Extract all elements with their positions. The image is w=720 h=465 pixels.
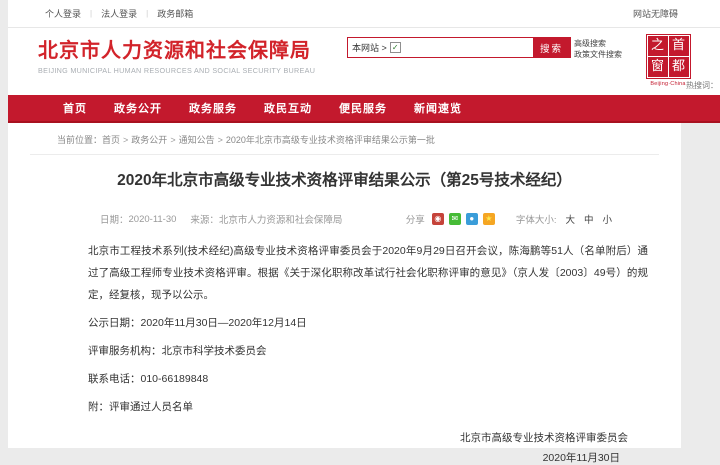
article: 2020年北京市高级专业技术资格评审结果公示（第25号技术经纪） 日期： 202… xyxy=(30,154,659,465)
seal-char: 窗 xyxy=(647,57,668,77)
search-scope[interactable]: 本网站 > ✓ xyxy=(348,38,405,57)
nav-item-gov-services[interactable]: 政务服务 xyxy=(189,100,237,116)
breadcrumb-separator: > xyxy=(123,135,129,145)
content-panel: 当前位置：首页 > 政务公开 > 通知公告 >2020年北京市高级专业技术资格评审结果公示… xyxy=(8,123,681,464)
font-size-medium-button[interactable]: 中 xyxy=(584,212,594,226)
seal-caption: Beijing·China xyxy=(650,81,686,87)
gov-mailbox-link[interactable]: 政务邮箱 xyxy=(157,7,193,20)
article-meta-bar: 日期： 2020-11-30 来源： 北京市人力资源和社会保障局 分享 ◉ ✉ … xyxy=(100,212,612,226)
main-nav: 首页 政务公开 政务服务 政民互动 便民服务 新闻速览 xyxy=(8,95,720,123)
site-name: 北京市人力资源和社会保障局 xyxy=(38,40,311,62)
nav-item-gov-disclosure[interactable]: 政务公开 xyxy=(114,100,162,116)
top-utility-bar: 个人登录 | 法人登录 | 政务邮箱 网站无障碍 xyxy=(8,0,720,28)
paragraph-contact-phone: 联系电话：010-66189848 xyxy=(88,373,209,385)
seal-grid-icon: 之 首 窗 都 xyxy=(645,34,691,79)
search-scope-label: 本网站 > xyxy=(352,43,387,53)
publish-date: 2020-11-30 xyxy=(128,213,177,225)
qq-share-icon[interactable]: ● xyxy=(465,213,478,225)
search-box: 本网站 > ✓ 搜索 xyxy=(347,37,571,58)
policy-file-search-link[interactable]: 政策文件搜索 xyxy=(574,49,622,60)
paragraph-publicity-period: 公示日期：2020年11月30日—2020年12月14日 xyxy=(88,317,307,329)
search-scope-dropdown-icon[interactable]: ✓ xyxy=(389,42,401,53)
breadcrumb-label: 当前位置： xyxy=(57,135,103,145)
breadcrumb-separator: > xyxy=(170,135,176,145)
nav-item-home[interactable]: 首页 xyxy=(63,100,87,116)
paragraph-announcement: 北京市工程技术系列(技术经纪)高级专业技术资格评审委员会于2020年9月29日召… xyxy=(88,245,648,301)
site-logo[interactable]: 北京市人力资源和社会保障局 BEIJING MUNICIPAL HUMAN RE… xyxy=(38,39,315,75)
font-size-large-button[interactable]: 大 xyxy=(565,212,575,226)
breadcrumb-item-home[interactable]: 首页 xyxy=(102,135,120,145)
corporate-login-link[interactable]: 法人登录 xyxy=(101,7,137,20)
nav-item-convenience[interactable]: 便民服务 xyxy=(339,100,387,116)
breadcrumb: 当前位置：首页 > 政务公开 > 通知公告 >2020年北京市高级专业技术资格评审结果公示… xyxy=(8,123,681,154)
meta-tools: 分享 ◉ ✉ ● ★ 字体大小: 大 中 小 xyxy=(406,212,612,226)
paragraph-review-agency: 评审服务机构：北京市科学技术委员会 xyxy=(88,345,267,357)
signature-committee: 北京市高级专业技术资格评审委员会 xyxy=(460,432,628,444)
search-side-links: 高级搜索 政策文件搜索 xyxy=(574,38,622,60)
seal-char: 之 xyxy=(647,36,668,56)
signature-date: 2020年11月30日 xyxy=(542,452,620,464)
breadcrumb-separator: > xyxy=(217,135,223,145)
search-button[interactable]: 搜索 xyxy=(533,38,570,57)
paragraph-attachment: 附：评审通过人员名单 xyxy=(88,401,193,413)
search-input[interactable] xyxy=(404,38,533,57)
font-size-small-button[interactable]: 小 xyxy=(602,212,612,226)
login-links: 个人登录 | 法人登录 | 政务邮箱 xyxy=(45,7,193,20)
breadcrumb-item-disclosure[interactable]: 政务公开 xyxy=(131,135,167,145)
date-label: 日期： xyxy=(100,215,129,226)
accessibility-link[interactable]: 网站无障碍 xyxy=(633,7,678,20)
seal-char: 都 xyxy=(668,57,689,77)
advanced-search-link[interactable]: 高级搜索 xyxy=(574,38,622,49)
wechat-share-icon[interactable]: ✉ xyxy=(448,213,461,225)
separator: | xyxy=(146,9,149,18)
seal-char: 首 xyxy=(668,36,689,56)
source-label: 来源： xyxy=(190,215,219,226)
nav-item-interaction[interactable]: 政民互动 xyxy=(264,100,312,116)
source-value: 北京市人力资源和社会保障局 xyxy=(218,215,343,226)
site-header: 北京市人力资源和社会保障局 BEIJING MUNICIPAL HUMAN RE… xyxy=(8,28,720,95)
article-body: 北京市工程技术系列(技术经纪)高级专业技术资格评审委员会于2020年9月29日召… xyxy=(88,240,648,418)
weibo-share-icon[interactable]: ◉ xyxy=(431,213,444,225)
hot-search-words: 热搜词： 临时性岗位补贴 复工复产 疫情防控 社会保险 xyxy=(686,80,720,91)
breadcrumb-item-current: 2020年北京市高级专业技术资格评审结果公示第一批 xyxy=(225,135,435,145)
qzone-share-icon[interactable]: ★ xyxy=(482,213,495,225)
share-label: 分享 xyxy=(405,215,425,226)
site-name-english: BEIJING MUNICIPAL HUMAN RESOURCES AND SO… xyxy=(38,66,316,75)
font-size-label: 字体大小: xyxy=(515,215,557,226)
separator: | xyxy=(90,9,93,18)
article-title: 2020年北京市高级专业技术资格评审结果公示（第25号技术经纪） xyxy=(117,172,572,189)
breadcrumb-item-notices[interactable]: 通知公告 xyxy=(179,135,215,145)
personal-login-link[interactable]: 个人登录 xyxy=(45,7,81,20)
search-area: 本网站 > ✓ 搜索 热搜词： 临时性岗位补贴 复工复产 疫情防控 社会保险 xyxy=(347,37,718,90)
capital-window-seal-logo[interactable]: 之 首 窗 都 Beijing·China xyxy=(645,34,691,87)
nav-item-news[interactable]: 新闻速览 xyxy=(414,100,462,116)
page-root: 个人登录 | 法人登录 | 政务邮箱 网站无障碍 北京市人力资源和社会保障局 B… xyxy=(8,0,720,464)
